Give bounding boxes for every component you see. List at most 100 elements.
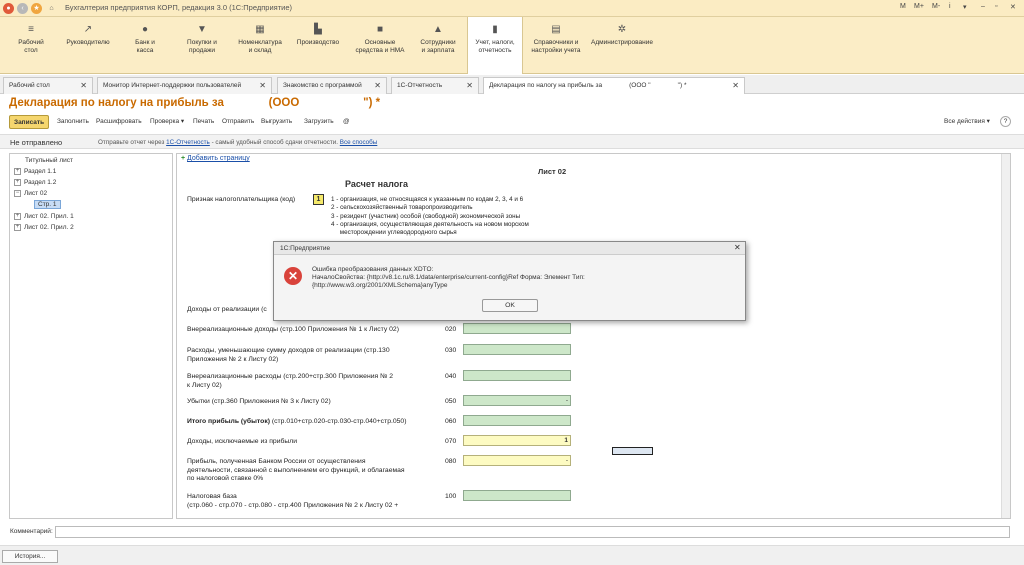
info-button[interactable]: i: [949, 3, 951, 10]
row-code-080: 080: [445, 458, 457, 465]
factory-icon: ▙: [314, 24, 322, 35]
row-label-070: Доходы, исключаемые из прибыли: [187, 438, 298, 445]
row-label-010: Доходы от реализации (с: [187, 306, 267, 313]
row-field-080[interactable]: -: [463, 455, 571, 466]
tree-item-sheet-02[interactable]: − Лист 02: [14, 190, 47, 197]
window-titlebar: ● ‹ ★ ⌂ Бухгалтерия предприятия КОРП, ре…: [0, 0, 1024, 17]
row-label-040: Внереализационные расходы (стр.200+стр.3…: [187, 373, 394, 389]
1c-reporting-link[interactable]: 1С-Отчетность: [166, 139, 210, 146]
tab-monitor[interactable]: Монитор Интернет-поддержки пользователей…: [97, 77, 272, 94]
coin-icon: ●: [141, 24, 149, 35]
section-purchases[interactable]: ▼ Покупки и продажи: [178, 17, 226, 74]
expand-icon[interactable]: +: [14, 213, 21, 220]
send-button[interactable]: Отправить: [222, 115, 254, 129]
row-field-030[interactable]: [463, 344, 571, 355]
collapse-icon[interactable]: −: [14, 190, 21, 197]
memory-plus-button[interactable]: M+: [914, 3, 924, 10]
taxpayer-sign-field[interactable]: 1: [313, 194, 324, 205]
send-status-bar: Не отправлено Отправьте отчет через 1С-О…: [0, 134, 1024, 149]
row-field-060[interactable]: [463, 415, 571, 426]
section-references[interactable]: ▤ Справочники и настройки учета: [528, 17, 584, 74]
tab-declaration[interactable]: Декларация по налогу на прибыль за (ООО …: [483, 77, 745, 94]
list-icon: ≡: [28, 24, 34, 35]
memory-m-button[interactable]: M: [900, 3, 906, 10]
print-button[interactable]: Печать: [193, 115, 214, 129]
tab-intro[interactable]: Знакомство с программой ✕: [277, 77, 387, 94]
expand-icon[interactable]: +: [14, 224, 21, 231]
attach-icon[interactable]: @: [343, 115, 350, 129]
section-fixed-assets[interactable]: ■ Основные средства и НМА: [354, 17, 406, 74]
close-icon[interactable]: ✕: [732, 78, 739, 93]
close-icon[interactable]: ✕: [374, 78, 381, 93]
check-button[interactable]: Проверка ▾: [150, 115, 184, 129]
export-button[interactable]: Выгрузить: [261, 115, 292, 129]
tree-item-title-page[interactable]: Титульный лист: [25, 157, 73, 164]
row-field-070[interactable]: 1: [463, 435, 571, 446]
menu-icon[interactable]: ▾: [963, 3, 967, 11]
cart-icon: ▼: [197, 24, 207, 35]
dialog-close-icon[interactable]: ✕: [734, 243, 741, 252]
close-icon[interactable]: ✕: [80, 78, 87, 93]
decrypt-button[interactable]: Расшифровать: [96, 115, 142, 129]
row-field-040[interactable]: [463, 370, 571, 381]
tab-desktop[interactable]: Рабочий стол ✕: [3, 77, 93, 94]
row-field-100[interactable]: [463, 490, 571, 501]
add-page-button[interactable]: + Добавить страницу: [181, 155, 250, 162]
section-label: Номенклатура и склад: [238, 39, 282, 54]
tree-item-page-1[interactable]: Стр. 1: [34, 200, 61, 209]
form-toolbar: Записать Заполнить Расшифровать Проверка…: [0, 114, 1024, 130]
tree-item-label: Стр. 1: [38, 201, 57, 208]
section-nomenclature[interactable]: ▦ Номенклатура и склад: [234, 17, 286, 74]
section-administration[interactable]: ✲ Администрирование: [588, 17, 656, 74]
row-label-100: Налоговая база (стр.060 - стр.070 - стр.…: [187, 493, 399, 509]
tab-label: 1С-Отчетность: [397, 82, 443, 89]
all-actions-button[interactable]: Все действия ▾: [944, 115, 990, 129]
close-icon[interactable]: ✕: [259, 78, 266, 93]
section-desktop[interactable]: ≡ Рабочий стол: [10, 17, 52, 74]
tree-item-sheet-02-app-1[interactable]: + Лист 02. Прил. 1: [14, 213, 74, 220]
tree-item-label: Титульный лист: [25, 157, 74, 164]
comment-input[interactable]: [55, 526, 1010, 538]
tab-1c-reporting[interactable]: 1С-Отчетность ✕: [391, 77, 479, 94]
ok-button[interactable]: OK: [482, 299, 538, 312]
section-employees[interactable]: ▲ Сотрудники и зарплата: [414, 17, 462, 74]
error-icon: ✕: [284, 267, 302, 285]
row-field-020[interactable]: [463, 323, 571, 334]
home-icon[interactable]: ⌂: [46, 3, 57, 14]
sign-options-list: 1 - организация, не относящаяся к указан…: [331, 196, 529, 237]
row-label-030: Расходы, уменьшающие сумму доходов от ре…: [187, 347, 390, 363]
back-icon[interactable]: ‹: [17, 3, 28, 14]
tree-item-label: Лист 02. Прил. 2: [24, 224, 74, 232]
expand-icon[interactable]: +: [14, 179, 21, 186]
section-panel: ≡ Рабочий стол ↗ Руководителю ● Банк и касс…: [0, 17, 1024, 74]
tree-item-section-1-2[interactable]: + Раздел 1.2: [14, 179, 56, 186]
save-button[interactable]: Записать: [9, 115, 50, 129]
section-label: Администрирование: [591, 39, 653, 46]
form-scrollbar[interactable]: [1001, 154, 1010, 518]
close-icon[interactable]: ✕: [466, 78, 473, 93]
history-button[interactable]: История...: [2, 550, 58, 563]
open-windows-tabs: Рабочий стол ✕ Монитор Интернет-поддержки…: [0, 75, 1024, 94]
close-window-icon[interactable]: ✕: [1010, 3, 1016, 11]
star-icon[interactable]: ★: [31, 3, 42, 14]
import-button[interactable]: Загрузить: [304, 115, 334, 129]
section-production[interactable]: ▙ Производство: [292, 17, 344, 74]
section-bank[interactable]: ● Банк и касса: [124, 17, 166, 74]
memory-minus-button[interactable]: M-: [932, 3, 940, 10]
section-manager[interactable]: ↗ Руководителю: [60, 17, 116, 74]
expand-icon[interactable]: +: [14, 168, 21, 175]
row-label-060: Итого прибыль (убыток) (стр.010+стр.020-…: [187, 418, 447, 427]
form-heading: Расчет налога: [345, 179, 408, 189]
restore-icon[interactable]: ▫: [995, 3, 997, 10]
section-taxes[interactable]: ▮ Учет, налоги, отчетность: [467, 17, 523, 74]
tree-item-section-1-1[interactable]: + Раздел 1.1: [14, 168, 56, 175]
tree-item-label: Раздел 1.1: [24, 168, 57, 176]
row-field-050[interactable]: -: [463, 395, 571, 406]
minimize-icon[interactable]: –: [981, 3, 985, 10]
send-hint-middle: - самый удобный способ сдачи отчетности.: [211, 139, 339, 146]
help-icon[interactable]: ?: [1000, 116, 1011, 127]
fill-button[interactable]: Заполнить: [57, 115, 89, 129]
tree-item-sheet-02-app-2[interactable]: + Лист 02. Прил. 2: [14, 224, 74, 231]
all-methods-link[interactable]: Все способы: [340, 139, 378, 146]
tab-label: Монитор Интернет-поддержки пользователей: [103, 82, 242, 89]
